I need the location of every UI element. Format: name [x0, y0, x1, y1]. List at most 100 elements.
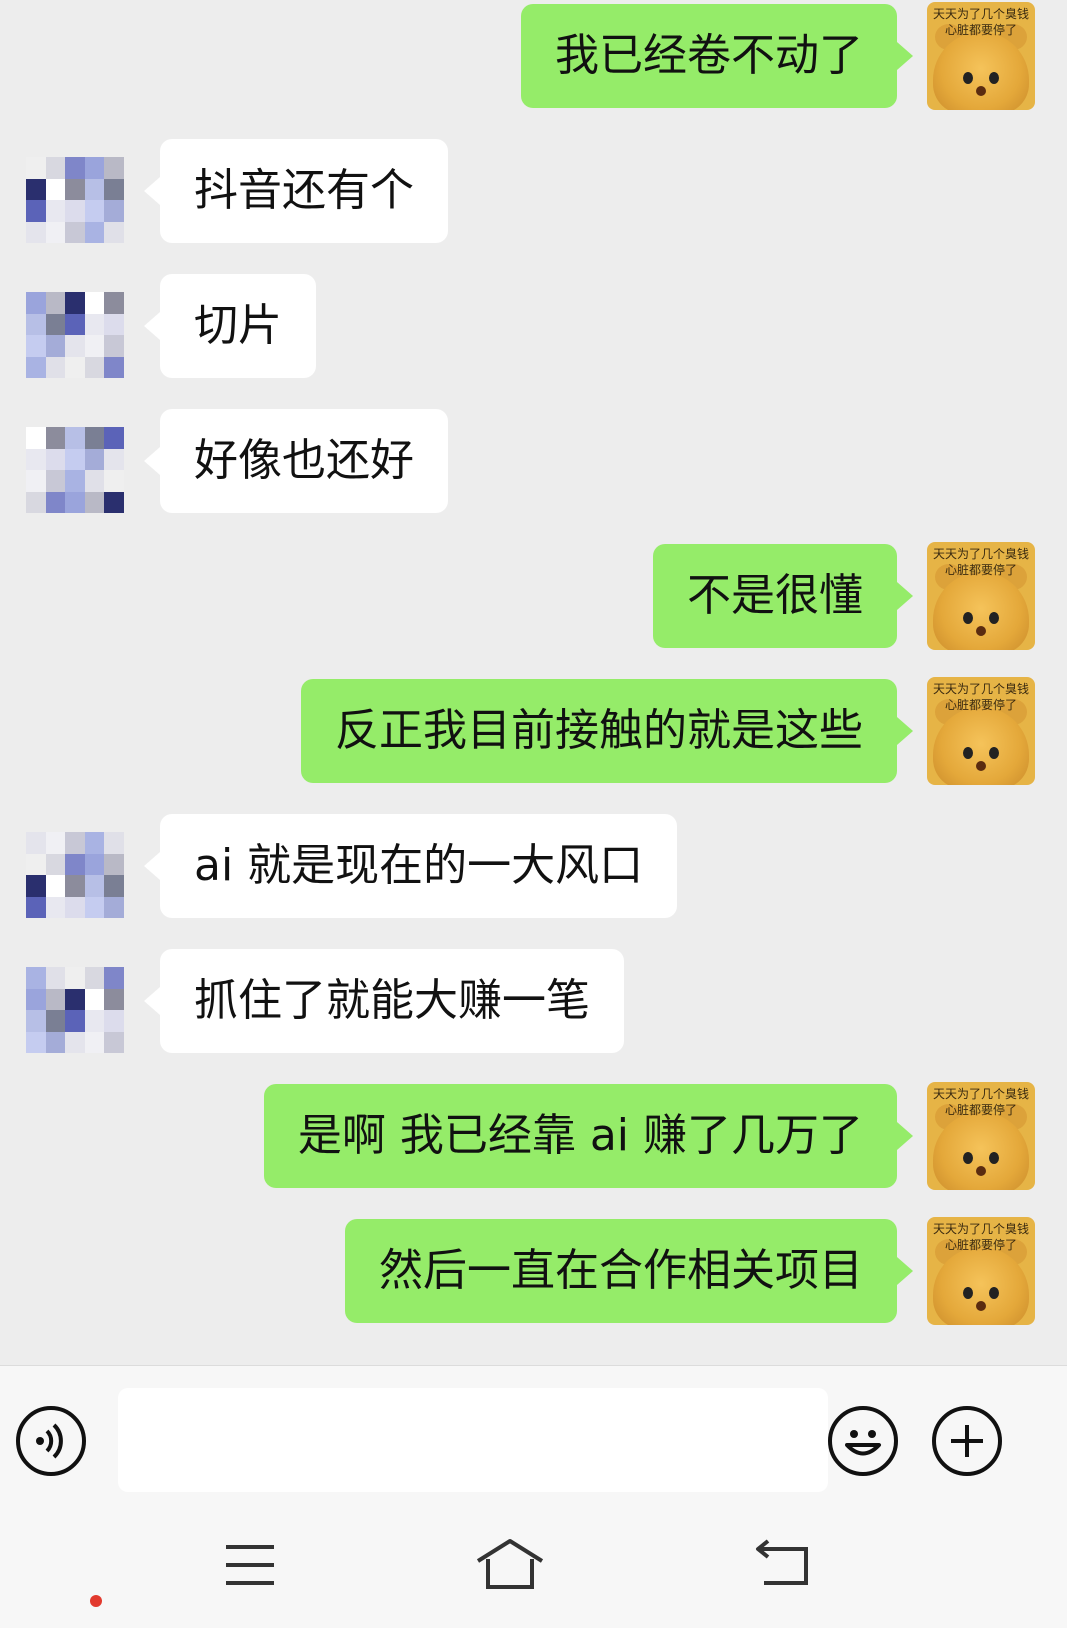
avatar-pixel [84, 1031, 105, 1053]
avatar-pixel [84, 335, 105, 357]
sent-message-bubble[interactable]: 然后一直在合作相关项目 [345, 1219, 913, 1323]
avatar-pixel [104, 1031, 124, 1053]
message-row: 抓住了就能大赚一笔 [0, 947, 1067, 1057]
avatar-pixel [104, 313, 124, 335]
avatar-pixel [65, 313, 85, 335]
chat-history[interactable]: 天天为了几个臭钱 心脏都要停了 我已经卷不动了 抖音还有个 切片 好像也还好 天天为了几个… [0, 0, 1067, 1365]
pixelated-avatar-icon[interactable] [26, 292, 124, 378]
received-message-bubble[interactable]: 抓住了就能大赚一笔 [144, 949, 624, 1053]
avatar-pixel [65, 853, 85, 875]
avatar-pixel [65, 448, 85, 470]
menu-nav-button[interactable] [210, 1535, 290, 1595]
avatar-pixel [45, 335, 66, 357]
avatar-pixel [65, 221, 85, 243]
pixelated-avatar-icon[interactable] [26, 157, 124, 243]
bear-eye [963, 612, 973, 624]
avatar-pixel [26, 427, 46, 449]
avatar-pixel [45, 470, 66, 492]
avatar-pixel [65, 335, 85, 357]
my-avatar[interactable]: 天天为了几个臭钱 心脏都要停了 [927, 1217, 1035, 1325]
bear-eye [963, 1287, 973, 1299]
bear-mouth [976, 761, 986, 771]
avatar-pixel [104, 988, 124, 1010]
avatar-pixel [26, 178, 46, 200]
my-avatar[interactable]: 天天为了几个臭钱 心脏都要停了 [927, 542, 1035, 650]
avatar-pixel [26, 200, 46, 222]
received-message-bubble[interactable]: 好像也还好 [144, 409, 448, 513]
back-icon [756, 1539, 808, 1585]
avatar-pixel [26, 1031, 46, 1053]
sent-message-bubble[interactable]: 是啊 我已经靠 ai 赚了几万了 [263, 1084, 914, 1188]
avatar-pixel [84, 988, 105, 1010]
back-nav-button[interactable] [742, 1535, 822, 1595]
avatar-pixel [104, 356, 124, 378]
avatar-pixel [84, 853, 105, 875]
home-nav-button[interactable] [470, 1535, 550, 1595]
my-avatar[interactable]: 天天为了几个臭钱 心脏都要停了 [927, 2, 1035, 110]
avatar-pixel [26, 335, 46, 357]
avatar-pixel [65, 427, 85, 449]
bear-eye [963, 747, 973, 759]
voice-button[interactable] [16, 1406, 86, 1476]
sent-message-bubble[interactable]: 不是很懂 [653, 544, 913, 648]
home-icon [476, 1539, 544, 1589]
avatar-caption: 天天为了几个臭钱 心脏都要停了 [932, 1087, 1029, 1117]
sent-message-bubble[interactable]: 我已经卷不动了 [521, 4, 913, 108]
avatar-pixel [65, 967, 85, 989]
pixelated-avatar-icon[interactable] [26, 427, 124, 513]
received-message-bubble[interactable]: 切片 [144, 274, 316, 378]
avatar-pixel [45, 178, 66, 200]
avatar-pixel [104, 491, 124, 513]
avatar-pixel [26, 448, 46, 470]
avatar-pixel [104, 1010, 124, 1032]
message-row: ai 就是现在的一大风口 [0, 812, 1067, 922]
emoji-button[interactable] [828, 1406, 898, 1476]
avatar-pixel [65, 157, 85, 179]
message-row: 天天为了几个臭钱 心脏都要停了 反正我目前接触的就是这些 [0, 677, 1067, 787]
voice-icon [36, 1423, 63, 1459]
sent-message-bubble[interactable]: 反正我目前接触的就是这些 [301, 679, 913, 783]
avatar-pixel [104, 292, 124, 314]
received-message-bubble[interactable]: ai 就是现在的一大风口 [143, 814, 678, 918]
avatar-caption: 天天为了几个臭钱 心脏都要停了 [932, 682, 1029, 712]
avatar-caption: 天天为了几个臭钱 心脏都要停了 [932, 1222, 1029, 1252]
emoji-icon [845, 1430, 881, 1456]
avatar-pixel [84, 875, 105, 897]
avatar-pixel [104, 157, 124, 179]
avatar-pixel [84, 832, 105, 854]
avatar-pixel [84, 1010, 105, 1032]
avatar-pixel [104, 335, 124, 357]
pixelated-avatar-icon[interactable] [26, 967, 124, 1053]
message-row: 切片 [0, 272, 1067, 382]
bear-mouth [976, 626, 986, 636]
avatar-pixel [26, 491, 46, 513]
avatar-pixel [65, 200, 85, 222]
avatar-pixel [65, 1010, 85, 1032]
bear-mouth [976, 1301, 986, 1311]
avatar-pixel [104, 853, 124, 875]
more-button[interactable] [932, 1406, 1002, 1476]
avatar-pixel [84, 178, 105, 200]
bear-mouth [976, 86, 986, 96]
avatar-pixel [26, 157, 46, 179]
my-avatar[interactable]: 天天为了几个臭钱 心脏都要停了 [927, 677, 1035, 785]
avatar-pixel [65, 356, 85, 378]
avatar-pixel [45, 1010, 66, 1032]
avatar-pixel [26, 221, 46, 243]
avatar-pixel [65, 875, 85, 897]
my-avatar[interactable]: 天天为了几个臭钱 心脏都要停了 [927, 1082, 1035, 1190]
avatar-caption: 天天为了几个臭钱 心脏都要停了 [932, 547, 1029, 577]
avatar-pixel [26, 292, 46, 314]
message-input[interactable] [118, 1388, 828, 1492]
avatar-pixel [26, 853, 46, 875]
bear-eye [989, 747, 999, 759]
avatar-pixel [26, 832, 46, 854]
avatar-pixel [45, 896, 66, 918]
avatar-pixel [104, 470, 124, 492]
avatar-pixel [45, 313, 66, 335]
avatar-pixel [26, 988, 46, 1010]
received-message-bubble[interactable]: 抖音还有个 [144, 139, 448, 243]
plus-icon [951, 1425, 983, 1457]
bear-eye [989, 1152, 999, 1164]
pixelated-avatar-icon[interactable] [26, 832, 124, 918]
